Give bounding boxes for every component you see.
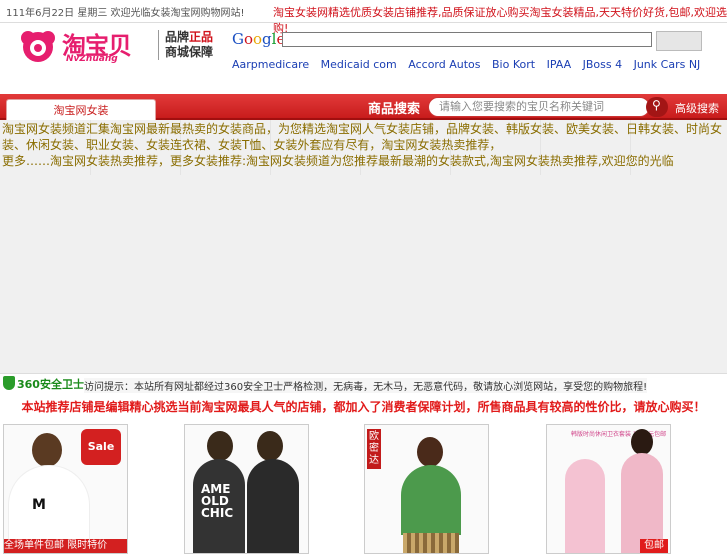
promo-strip: 全场单件包邮 限时特价 (4, 539, 127, 553)
model-image (247, 459, 299, 553)
slogan-brand: 品牌 (165, 30, 190, 44)
google-letter: G (232, 30, 244, 48)
safety-notice: 访问提示：本站所有网址都经过360安全卫士严格检测，无病毒，无木马，无恶意代码，… (84, 378, 648, 393)
model-image (565, 459, 605, 553)
google-letter: o (243, 30, 254, 48)
model-image (207, 431, 233, 461)
google-search-button[interactable] (656, 31, 702, 51)
slogan-guarantee: 商城保障 (165, 45, 214, 59)
google-letter: o (253, 30, 263, 48)
product-card[interactable]: M Sale 全场单件包邮 限时特价 (3, 424, 128, 554)
product-search-input[interactable]: 请输入您要搜索的宝贝名称关键词 (428, 97, 650, 117)
ad-link[interactable]: JBoss 4 (583, 58, 622, 71)
ad-link[interactable]: Bio Kort (492, 58, 535, 71)
date-welcome-text: 111年6月22日 星期三 欢迎光临女装淘宝网购物网站! (6, 8, 245, 19)
product-search-label: 商品搜索 (368, 102, 421, 117)
google-letter: g (262, 30, 272, 48)
flower-logo-icon (21, 31, 55, 62)
brand-tag: 欧密达 (367, 429, 381, 469)
model-image (621, 453, 663, 553)
intro-line[interactable]: 更多……淘宝网女装热卖推荐，更多女装推荐:淘宝网女装频道为您推荐最新最潮的女装款… (2, 153, 724, 169)
model-image (401, 465, 461, 535)
shirt-print: M (32, 497, 46, 513)
intro-line: 淘宝网女装频道汇集淘宝网最新最热卖的女装商品，为您精选淘宝网人气女装店铺，品牌女… (2, 122, 723, 152)
ad-link[interactable]: IPAA (547, 58, 572, 71)
site-logo[interactable]: 淘宝贝 NvZhuang 品牌正品 商城保障 (18, 24, 223, 70)
shirt-print: AME OLD CHIC (201, 482, 234, 520)
product-card[interactable]: 欧密达 (364, 424, 489, 554)
model-image (32, 433, 62, 467)
ad-link[interactable]: Accord Autos (408, 58, 480, 71)
search-icon[interactable] (646, 97, 668, 117)
product-card[interactable]: AME OLD CHIC (184, 424, 309, 554)
safety-title: 360安全卫士 (17, 378, 84, 391)
ad-links: Aarpmedicare Medicaid com Accord Autos B… (232, 58, 708, 71)
advanced-search-link[interactable]: 高级搜索 (675, 100, 719, 116)
tab-home[interactable]: 淘宝网女装 (6, 99, 156, 120)
logo-subtitle: NvZhuang (66, 54, 118, 64)
model-image (257, 431, 283, 461)
slogan-genuine: 正品 (189, 30, 214, 44)
model-image (403, 533, 459, 553)
recommend-banner: 本站推荐店铺是编辑精心挑选当前淘宝网最具人气的店铺，都加入了消费者保障计划，所售… (21, 400, 706, 414)
model-image (631, 429, 653, 455)
google-logo: Google (232, 30, 285, 48)
ad-link[interactable]: Junk Cars NJ (634, 58, 701, 71)
intro-text: 淘宝网女装频道汇集淘宝网最新最热卖的女装商品，为您精选淘宝网人气女装店铺，品牌女… (2, 121, 724, 169)
google-search-input[interactable] (282, 32, 652, 47)
ad-link[interactable]: Medicaid com (321, 58, 397, 71)
shield-icon (3, 376, 15, 390)
product-card[interactable]: 韩版时尚休闲卫衣套装 1999元包邮 包邮 (546, 424, 671, 554)
logo-slogan: 品牌正品 商城保障 (158, 30, 225, 60)
ad-link[interactable]: Aarpmedicare (232, 58, 309, 71)
sale-badge: Sale (81, 429, 121, 465)
free-shipping-badge: 包邮 (640, 539, 668, 553)
model-image (417, 437, 443, 467)
